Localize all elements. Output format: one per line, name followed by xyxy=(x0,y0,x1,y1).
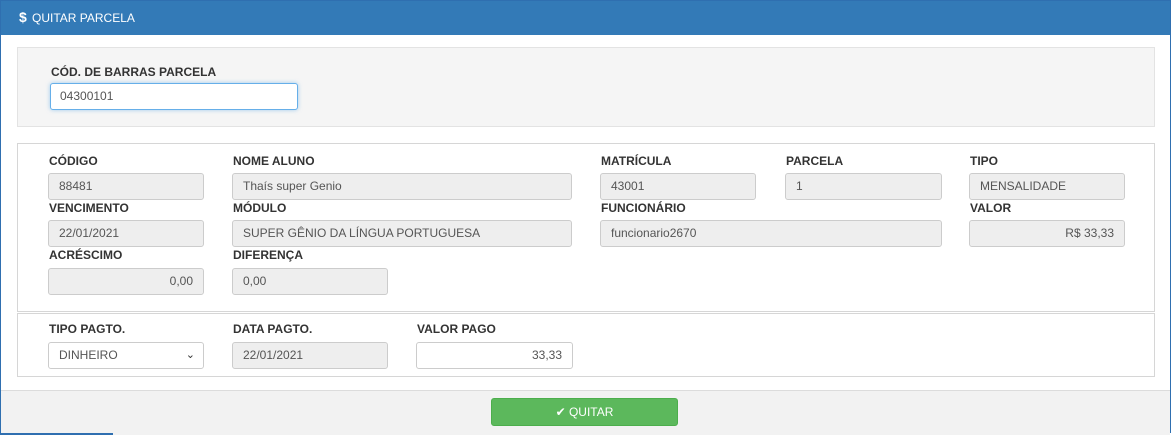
modal-footer: ✔ QUITAR xyxy=(1,390,1170,435)
funcionario-label: FUNCIONÁRIO xyxy=(601,201,686,215)
quitar-button[interactable]: ✔ QUITAR xyxy=(491,398,678,426)
chevron-down-icon: ⌄ xyxy=(185,349,195,361)
tipo-field: MENSALIDADE xyxy=(969,173,1125,200)
data-pagto-field: 22/01/2021 xyxy=(232,342,388,369)
matricula-field: 43001 xyxy=(600,173,756,200)
valor-label: VALOR xyxy=(970,201,1012,215)
valor-pago-input[interactable]: 33,33 xyxy=(416,342,573,369)
tipo-pagto-select[interactable]: DINHEIRO ⌄ xyxy=(48,342,204,369)
valor-field: R$ 33,33 xyxy=(969,220,1125,247)
nome-aluno-field: Thaís super Genio xyxy=(232,173,572,200)
modal-title: QUITAR PARCELA xyxy=(32,11,135,25)
funcionario-field: funcionario2670 xyxy=(600,220,942,247)
modulo-field: SUPER GÊNIO DA LÍNGUA PORTUGUESA xyxy=(232,220,572,247)
dollar-icon: $ xyxy=(19,9,27,25)
tipo-pagto-value: DINHEIRO xyxy=(59,348,118,362)
vencimento-label: VENCIMENTO xyxy=(49,201,129,215)
tipo-pagto-label: TIPO PAGTO. xyxy=(49,322,126,336)
codigo-field: 88481 xyxy=(48,173,204,200)
modal-header: $ QUITAR PARCELA xyxy=(1,1,1170,35)
acrescimo-label: ACRÉSCIMO xyxy=(49,248,123,262)
quitar-parcela-modal: $ QUITAR PARCELA CÓD. DE BARRAS PARCELA … xyxy=(0,0,1171,435)
matricula-label: MATRÍCULA xyxy=(601,154,672,168)
nome-aluno-label: NOME ALUNO xyxy=(233,154,315,168)
vencimento-field: 22/01/2021 xyxy=(48,220,204,247)
data-pagto-label: DATA PAGTO. xyxy=(233,322,313,336)
modulo-label: MÓDULO xyxy=(233,201,287,215)
tipo-label: TIPO xyxy=(970,154,999,168)
acrescimo-field: 0,00 xyxy=(48,268,204,295)
quitar-button-label: QUITAR xyxy=(568,405,614,419)
barcode-input[interactable]: 04300101 xyxy=(50,83,298,110)
parcela-label: PARCELA xyxy=(786,154,844,168)
barcode-label: CÓD. DE BARRAS PARCELA xyxy=(51,65,217,79)
check-icon: ✔ xyxy=(555,405,566,419)
parcela-field: 1 xyxy=(785,173,942,200)
valor-pago-label: VALOR PAGO xyxy=(417,322,496,336)
diferenca-field: 0,00 xyxy=(232,268,388,295)
diferenca-label: DIFERENÇA xyxy=(233,248,304,262)
details-panel: CÓDIGO 88481 NOME ALUNO Thaís super Geni… xyxy=(17,143,1155,312)
payment-panel: TIPO PAGTO. DINHEIRO ⌄ DATA PAGTO. 22/01… xyxy=(17,313,1155,377)
barcode-panel: CÓD. DE BARRAS PARCELA 04300101 xyxy=(17,47,1155,127)
codigo-label: CÓDIGO xyxy=(49,154,98,168)
